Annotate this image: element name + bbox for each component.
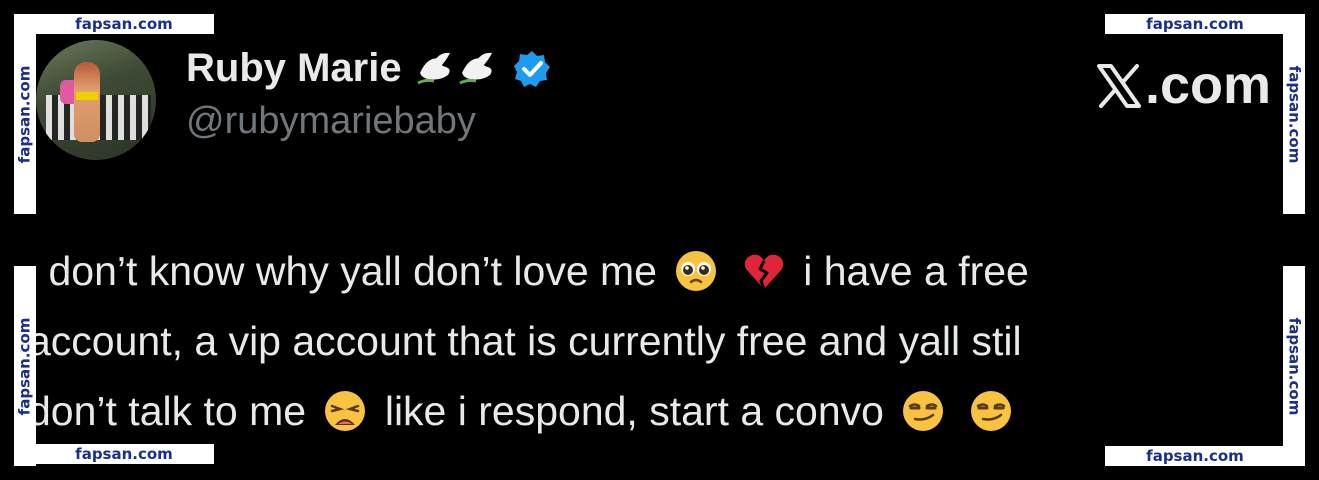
tweet-card: Ruby Marie @rubymariebaby .com i don’t k… [36, 36, 1283, 444]
watermark-label: fapsan.com [1285, 317, 1304, 415]
dove-icon [416, 49, 498, 89]
display-name[interactable]: Ruby Marie [186, 46, 402, 91]
x-logo-icon [1095, 61, 1143, 109]
watermark-right-bottom: fapsan.com [1283, 266, 1305, 466]
user-handle[interactable]: @rubymariebaby [186, 100, 476, 143]
watermark-right-top: fapsan.com [1283, 14, 1305, 214]
tweet-text-segment: account, a vip account that is currently… [36, 318, 1022, 364]
tweet-text-segment: i don’t know why yall don’t love me [36, 248, 657, 294]
tweet-line: account, a vip account that is currently… [36, 306, 1283, 376]
tweet-text-segment: i have a free [803, 248, 1029, 294]
tweet-text-segment: don’t talk to me [36, 388, 307, 434]
verified-badge-icon[interactable] [512, 49, 552, 89]
weary-face-icon [323, 384, 367, 431]
author-name-row: Ruby Marie [186, 46, 552, 91]
watermark-bottom-left: fapsan.com [34, 444, 214, 464]
watermark-label: fapsan.com [1285, 65, 1304, 163]
watermark-top-right: fapsan.com [1105, 14, 1285, 34]
watermark-label: fapsan.com [15, 317, 34, 415]
brand-label: .com [1144, 55, 1271, 115]
x-brand: .com [1095, 54, 1271, 116]
smirk-face-icon [901, 384, 945, 431]
watermark-top-left: fapsan.com [34, 14, 214, 34]
tweet-text-segment: like i respond, start a convo [384, 388, 884, 434]
watermark-label: fapsan.com [15, 65, 34, 163]
avatar[interactable] [36, 40, 156, 160]
tweet-text: i don’t know why yall don’t love me i ha… [36, 236, 1283, 444]
tweet-line: i don’t know why yall don’t love me i ha… [36, 236, 1283, 306]
watermark-left-bottom: fapsan.com [14, 266, 36, 466]
smirk-face-icon [969, 384, 1013, 431]
pleading-face-icon [674, 244, 718, 291]
broken-heart-icon [742, 244, 786, 290]
watermark-left-top: fapsan.com [14, 14, 36, 214]
watermark-bottom-right: fapsan.com [1105, 446, 1285, 466]
tweet-line: don’t talk to me like i respond, start a… [36, 376, 1283, 444]
